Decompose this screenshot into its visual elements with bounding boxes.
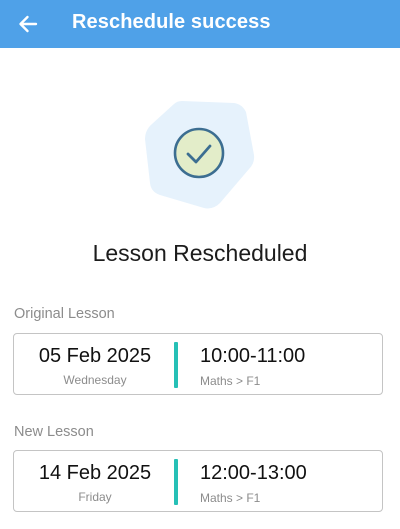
back-button[interactable] (10, 6, 46, 42)
original-lesson-label: Original Lesson (14, 306, 115, 322)
success-illustration (142, 97, 256, 211)
lesson-subject: Maths > F1 (200, 491, 261, 505)
lesson-date: 05 Feb 2025 (38, 345, 152, 367)
app-bar: Reschedule success (0, 0, 400, 48)
lesson-subject: Maths > F1 (200, 374, 261, 388)
card-divider (174, 342, 178, 388)
card-divider (174, 459, 178, 505)
original-lesson-card: 05 Feb 2025 Wednesday 10:00-11:00 Maths … (13, 333, 383, 395)
status-headline: Lesson Rescheduled (92, 240, 308, 266)
lesson-time: 12:00-13:00 (200, 462, 307, 484)
lesson-weekday: Friday (78, 490, 112, 504)
arrow-left-icon (19, 15, 38, 33)
lesson-date: 14 Feb 2025 (38, 462, 152, 484)
check-circle-icon (173, 127, 225, 179)
date-block: 14 Feb 2025 Friday (14, 451, 176, 511)
page-title: Reschedule success (72, 11, 271, 33)
date-block: 05 Feb 2025 Wednesday (14, 334, 176, 394)
new-lesson-label: New Lesson (14, 424, 94, 440)
new-lesson-card: 14 Feb 2025 Friday 12:00-13:00 Maths > F… (13, 450, 383, 512)
lesson-weekday: Wednesday (63, 373, 127, 387)
lesson-time: 10:00-11:00 (200, 345, 306, 367)
